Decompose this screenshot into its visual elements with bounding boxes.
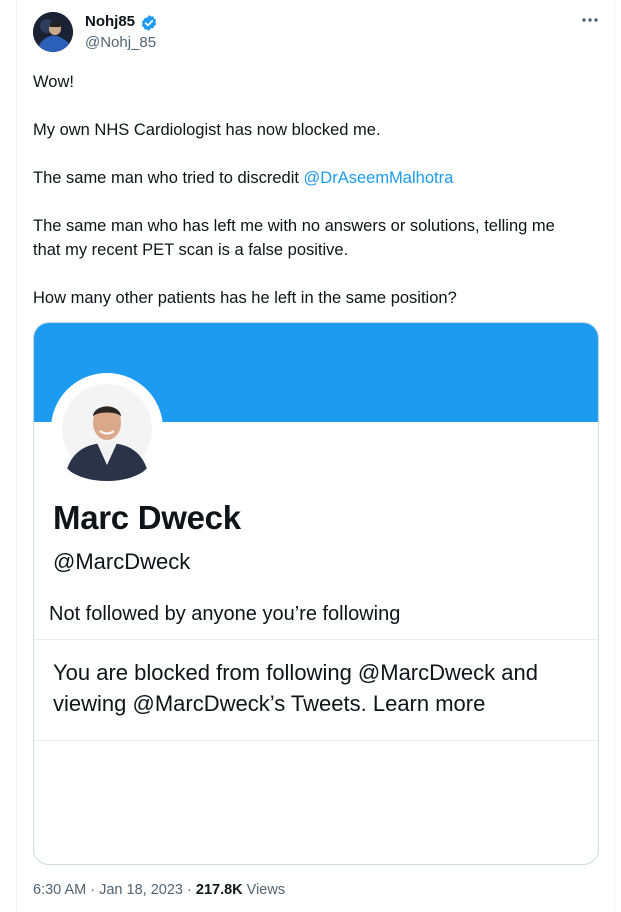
tweet-date[interactable]: Jan 18, 2023 [99,882,183,898]
author-avatar[interactable] [33,12,73,52]
blocked-message-line: You are blocked from following @MarcDwec… [53,660,538,685]
attached-image[interactable]: Marc Dweck @MarcDweck Not followed by an… [33,322,599,865]
more-options-icon[interactable] [578,8,602,32]
followed-by-note: Not followed by anyone you’re following [49,603,401,625]
tweet-text: Wow! My own NHS Cardiologist has now blo… [33,70,598,310]
meta-separator: · [90,882,96,898]
tweet-line: that my recent PET scan is a false posit… [33,241,349,259]
views-count[interactable]: 217.8K [196,882,243,898]
tweet-line: My own NHS Cardiologist has now blocked … [33,121,381,139]
tweet-line: The same man who has left me with no ans… [33,217,555,235]
divider [34,740,598,741]
column-border-left [16,0,17,912]
tweet-line: The same man who tried to discredit @DrA… [33,169,454,187]
blocked-message-line: viewing @MarcDweck’s Tweets. Learn more [53,691,486,716]
blocked-message: You are blocked from following @MarcDwec… [53,657,583,719]
author-handle[interactable]: @Nohj_85 [85,34,156,51]
tweet-time[interactable]: 6:30 AM [33,882,86,898]
profile-handle: @MarcDweck [53,549,191,574]
author-name[interactable]: Nohj85 [85,13,135,30]
meta-separator: · [187,882,192,898]
learn-more-link: Learn more [372,691,486,716]
tweet-line: How many other patients has he left in t… [33,289,457,307]
profile-photo [51,373,163,485]
profile-name: Marc Dweck [53,499,241,536]
divider [34,639,598,640]
verified-badge-icon [140,14,158,32]
mention-link[interactable]: @DrAseemMalhotra [304,169,454,187]
tweet-meta: 6:30 AM · Jan 18, 2023 · 217.8K Views [33,882,285,898]
tweet-line: Wow! [33,73,74,91]
column-border-right [614,0,615,912]
views-label: Views [246,882,286,898]
